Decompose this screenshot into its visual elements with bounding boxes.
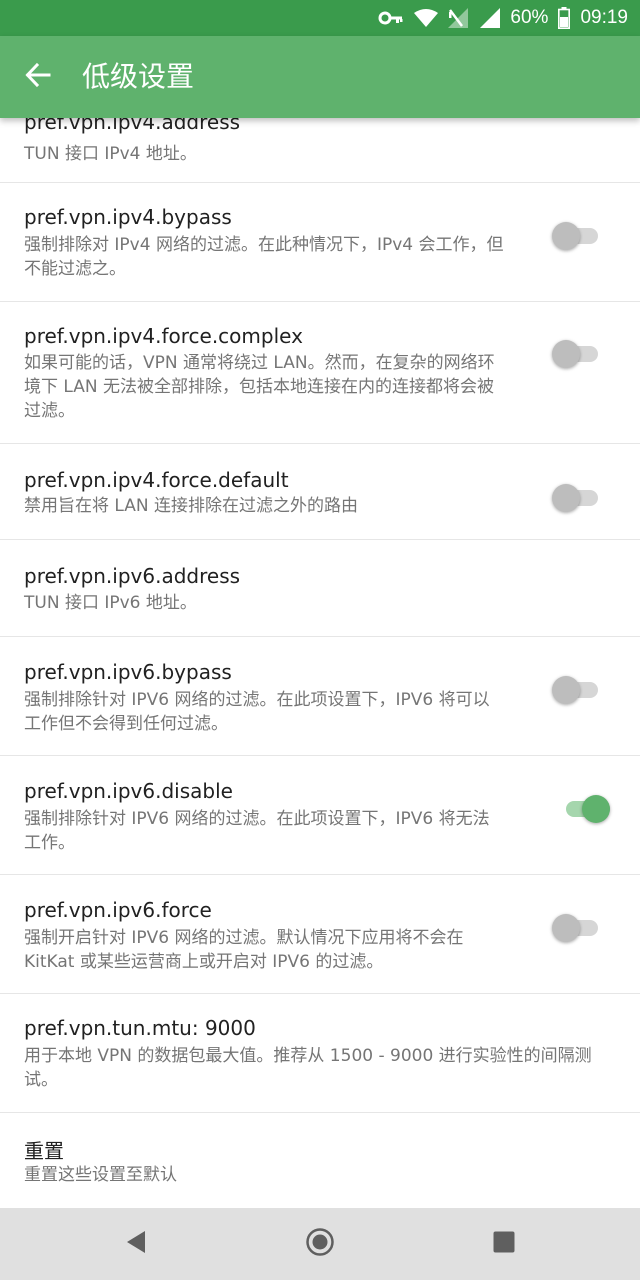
setting-ipv4-address[interactable]: pref.vpn.ipv4.address TUN 接口 IPv4 地址。 xyxy=(0,118,640,183)
setting-title: pref.vpn.ipv4.address xyxy=(24,118,241,134)
switch-thumb xyxy=(552,222,580,250)
battery-percent: 60% xyxy=(510,7,549,28)
vpn-key-icon xyxy=(378,10,404,26)
setting-tun-mtu[interactable]: pref.vpn.tun.mtu: 9000 用于本地 VPN 的数据包最大值。… xyxy=(0,994,640,1113)
page-title: 低级设置 xyxy=(82,61,195,92)
setting-summary: 强制排除对 IPv4 网络的过滤。在此种情况下，IPv4 会工作，但不能过滤之。 xyxy=(24,235,504,279)
switch-thumb xyxy=(582,795,610,823)
toggle-switch[interactable] xyxy=(552,221,600,250)
navigation-bar xyxy=(0,1208,640,1280)
setting-ipv4-bypass[interactable]: pref.vpn.ipv4.bypass 强制排除对 IPv4 网络的过滤。在此… xyxy=(0,183,640,302)
toggle-switch[interactable] xyxy=(552,483,600,512)
setting-summary: 禁用旨在将 LAN 连接排除在过滤之外的路由 xyxy=(24,496,359,516)
setting-ipv6-address[interactable]: pref.vpn.ipv6.address TUN 接口 IPv6 地址。 xyxy=(0,540,640,637)
toggle-switch[interactable] xyxy=(552,339,600,368)
cell-signal-icon xyxy=(480,8,501,28)
setting-ipv6-force[interactable]: pref.vpn.ipv6.force 强制开启针对 IPV6 网络的过滤。默认… xyxy=(0,875,640,994)
battery-icon xyxy=(558,7,571,29)
app-bar: 低级设置 xyxy=(0,36,640,118)
settings-list: pref.vpn.ipv4.address TUN 接口 IPv4 地址。 pr… xyxy=(0,118,640,1208)
arrow-back-icon xyxy=(25,62,51,92)
setting-title: pref.vpn.ipv4.force.complex xyxy=(24,324,303,348)
back-button[interactable] xyxy=(14,53,62,101)
setting-summary: 强制排除针对 IPV6 网络的过滤。在此项设置下，IPV6 将无法工作。 xyxy=(24,809,490,853)
toggle-switch[interactable] xyxy=(552,913,600,942)
setting-title: pref.vpn.ipv4.bypass xyxy=(24,205,232,229)
setting-summary: 强制开启针对 IPV6 网络的过滤。默认情况下应用将不会在 KitKat 或某些… xyxy=(24,928,464,972)
switch-thumb xyxy=(552,340,580,368)
nav-home-button[interactable] xyxy=(302,1226,338,1262)
setting-summary: TUN 接口 IPv6 地址。 xyxy=(24,593,197,613)
nav-recents-button[interactable] xyxy=(486,1226,522,1262)
status-bar: 60% 09:19 xyxy=(0,0,640,36)
setting-ipv4-force-default[interactable]: pref.vpn.ipv4.force.default 禁用旨在将 LAN 连接… xyxy=(0,444,640,540)
setting-summary: 如果可能的话，VPN 通常将绕过 LAN。然而，在复杂的网络环境下 LAN 无法… xyxy=(24,353,495,421)
setting-summary: 重置这些设置至默认 xyxy=(24,1165,177,1185)
setting-ipv6-disable[interactable]: pref.vpn.ipv6.disable 强制排除针对 IPV6 网络的过滤。… xyxy=(0,756,640,875)
setting-title: pref.vpn.ipv6.force xyxy=(24,898,212,922)
setting-title: pref.vpn.tun.mtu: 9000 xyxy=(24,1016,256,1040)
switch-thumb xyxy=(552,484,580,512)
setting-summary: 用于本地 VPN 的数据包最大值。推荐从 1500 - 9000 进行实验性的间… xyxy=(24,1046,592,1090)
setting-title: pref.vpn.ipv6.address xyxy=(24,564,241,588)
status-icons: 60% 09:19 xyxy=(378,0,628,36)
nav-back-button[interactable] xyxy=(118,1226,154,1262)
switch-thumb xyxy=(552,914,580,942)
nav-back-icon xyxy=(125,1230,147,1258)
setting-title: 重置 xyxy=(24,1139,64,1163)
toggle-switch[interactable] xyxy=(552,794,610,823)
setting-title: pref.vpn.ipv4.force.default xyxy=(24,468,289,492)
nav-recents-icon xyxy=(493,1231,515,1257)
nav-home-icon xyxy=(305,1227,335,1261)
setting-ipv4-force-complex[interactable]: pref.vpn.ipv4.force.complex 如果可能的话，VPN 通… xyxy=(0,302,640,444)
setting-reset[interactable]: 重置 重置这些设置至默认 xyxy=(0,1113,640,1208)
signal-no-data-icon xyxy=(448,8,470,28)
setting-summary: 强制排除针对 IPV6 网络的过滤。在此项设置下，IPV6 将可以工作但不会得到… xyxy=(24,690,490,734)
setting-title: pref.vpn.ipv6.disable xyxy=(24,779,233,803)
clock: 09:19 xyxy=(580,7,628,28)
toggle-switch[interactable] xyxy=(552,675,600,704)
setting-title: pref.vpn.ipv6.bypass xyxy=(24,660,232,684)
setting-summary: TUN 接口 IPv4 地址。 xyxy=(24,144,197,164)
setting-ipv6-bypass[interactable]: pref.vpn.ipv6.bypass 强制排除针对 IPV6 网络的过滤。在… xyxy=(0,637,640,756)
switch-thumb xyxy=(552,676,580,704)
wifi-icon xyxy=(414,9,439,27)
